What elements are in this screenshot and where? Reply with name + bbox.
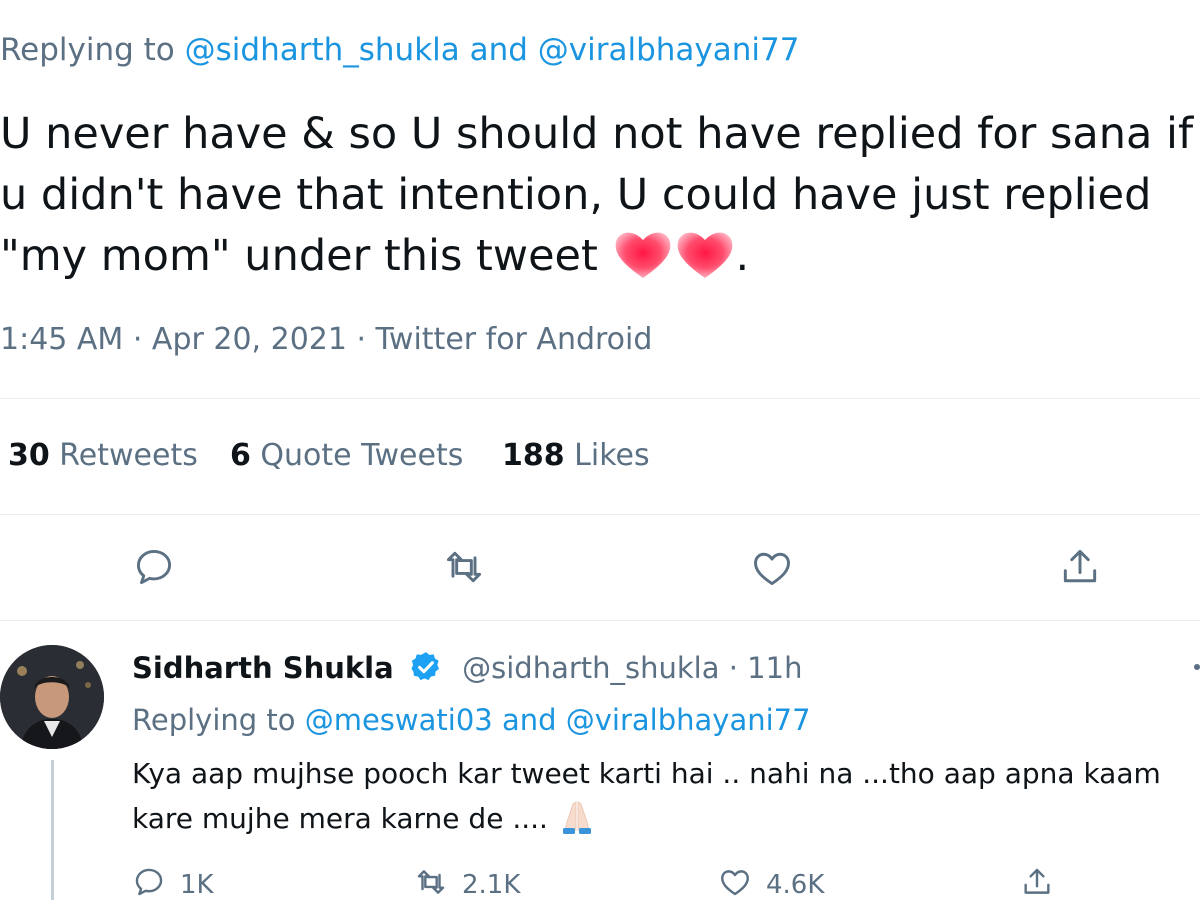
heart-emoji-icon [615, 232, 670, 278]
tweet-text-line-3-end: . [735, 231, 750, 281]
tweet-timestamp-source[interactable]: 1:45 AM · Apr 20, 2021 · Twitter for And… [0, 322, 652, 357]
like-icon-small [721, 870, 749, 896]
reply-tweet-text: Kya aap mujhse pooch kar tweet karti hai… [132, 752, 1161, 841]
quotes-label: Quote Tweets [250, 438, 464, 473]
tweet-text-line-1: U never have & so U should not have repl… [0, 109, 1194, 159]
mention-link-sidharth[interactable]: @sidharth_shukla [185, 32, 460, 68]
quotes-count: 6 [230, 438, 251, 473]
reply-like-action[interactable]: 4.6K [718, 865, 824, 900]
mention-link-meswati[interactable]: @meswati03 [305, 703, 493, 737]
tweet-text-line-3-wrap: "my mom" under this tweet . [0, 226, 1193, 287]
tweet-text: U never have & so U should not have repl… [0, 104, 1193, 287]
retweet-icon-small [417, 870, 445, 894]
mention-link-viral[interactable]: @viralbhayani77 [538, 32, 800, 68]
reply-handle-time[interactable]: @sidharth_shukla · 11h [462, 651, 802, 685]
reply-replying-prefix: Replying to [132, 703, 305, 737]
quote-tweets-stat[interactable]: 6 Quote Tweets [230, 438, 463, 473]
heart-emoji-icon-2 [677, 232, 732, 278]
avatar[interactable] [0, 645, 104, 749]
reply-icon-small [135, 868, 163, 896]
divider-top [0, 398, 1200, 399]
reply-replying-to-line: Replying to @meswati03 and @viralbhayani… [132, 703, 811, 737]
retweet-icon[interactable] [442, 545, 486, 589]
likes-label: Likes [564, 438, 650, 473]
tweet-stats: 30 Retweets 6 Quote Tweets 188 Likes [8, 438, 708, 478]
retweets-stat[interactable]: 30 Retweets [8, 438, 198, 473]
thread-connector-line [51, 760, 54, 900]
folded-hands-emoji-icon [562, 801, 591, 834]
share-icon-small [1024, 868, 1050, 894]
reply-share-action[interactable] [1020, 865, 1054, 900]
like-icon[interactable] [750, 546, 794, 590]
divider-bottom [0, 620, 1200, 621]
tweet-text-line-3: "my mom" under this tweet [0, 231, 598, 281]
reply-reply-action[interactable]: 1K [132, 865, 214, 900]
retweets-count: 30 [8, 438, 50, 473]
tweet-page: Replying to @sidharth_shukla and @viralb… [0, 0, 1200, 900]
reply-retweet-action[interactable]: 2.1K [414, 865, 520, 900]
retweet-count: 2.1K [462, 870, 521, 900]
reply-text-line-2: kare mujhe mera karne de .... [132, 802, 548, 835]
avatar-photo [0, 645, 104, 749]
reply-mention-link-viral[interactable]: @viralbhayani77 [566, 703, 811, 737]
reply-icon[interactable] [132, 545, 176, 589]
reply-text-line-1: Kya aap mujhse pooch kar tweet karti hai… [132, 757, 1161, 790]
reply-header: Sidharth Shukla @sidharth_shukla · 11h [132, 650, 802, 685]
likes-count: 188 [502, 438, 565, 473]
share-icon[interactable] [1058, 545, 1102, 589]
reply-author-name[interactable]: Sidharth Shukla [132, 651, 394, 685]
replying-to-prefix: Replying to [0, 32, 185, 68]
like-count: 4.6K [766, 870, 825, 900]
verified-badge-icon [411, 652, 439, 681]
reply-mention-and: and [492, 703, 566, 737]
retweets-label: Retweets [49, 438, 198, 473]
reply-count: 1K [180, 870, 214, 900]
reply-text-line-2-wrap: kare mujhe mera karne de .... [132, 796, 1161, 841]
divider-middle [0, 514, 1200, 515]
replying-to-line: Replying to @sidharth_shukla and @viralb… [0, 32, 799, 68]
mention-and: and [459, 32, 538, 68]
likes-stat[interactable]: 188 Likes [502, 438, 650, 473]
tweet-text-line-2: u didn't have that intention, U could ha… [0, 170, 1152, 220]
more-options-icon[interactable] [1194, 664, 1200, 670]
